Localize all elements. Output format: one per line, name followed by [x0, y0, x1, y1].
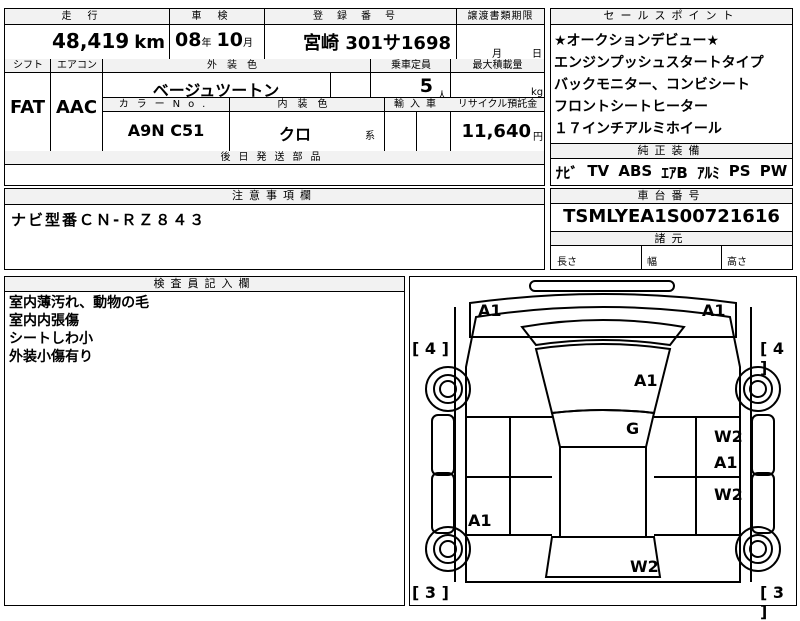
interior-color-header: 内装色: [277, 99, 338, 110]
later-parts-header: 後日発送部品: [220, 152, 329, 163]
length-label: 長さ: [557, 257, 577, 268]
sales-point-item: １７インチアルミホイール: [554, 121, 722, 137]
mark-tire-rear-right: [ 3 ]: [760, 583, 785, 621]
recycle-header: リサイクル預託金: [457, 99, 538, 110]
sales-point-item: ★オークションデビュー★: [554, 33, 720, 49]
genuine-equipment-list: ﾅﾋﾞ TV ABS ｴｱB ｱﾙﾐ PS PW: [551, 162, 792, 183]
notes-text: ナビ型番ＣＮ-ＲＺ８４３: [11, 211, 207, 229]
mark-front-left-corner: A1: [478, 301, 502, 320]
registration-header: 登録番号: [313, 11, 409, 22]
mark-right-rear-door: W2: [714, 485, 743, 504]
aircon-header: エアコン: [57, 60, 97, 71]
inspector-line: 室内薄汚れ、動物の毛: [9, 295, 150, 311]
exterior-color-header: 外装色: [207, 60, 267, 71]
inspector-line: 外装小傷有り: [9, 349, 93, 365]
sales-point-item: バックモニター、コンビシート: [554, 77, 750, 93]
recycle-unit: 円: [533, 132, 543, 143]
interior-suffix: 系: [365, 131, 375, 142]
chassis-number: TSMLYEA1S00721616: [563, 206, 780, 227]
mark-trunk: W2: [630, 557, 659, 576]
mark-right-front-door: W2: [714, 427, 743, 446]
genuine-item: PS: [728, 162, 751, 180]
sales-points-header: セールスポイント: [551, 9, 792, 25]
mark-right-front-door-2: A1: [714, 453, 738, 472]
inspector-line: 室内内張傷: [9, 313, 79, 329]
import-header: 輸入車: [394, 99, 442, 110]
deadline-day-unit: 日: [532, 49, 542, 60]
shift-value: FAT: [9, 97, 46, 118]
car-diagram-panel: A1 A1 [ 4 ] [ 4 ] A1 G W2 A1 W2 A1 W2 [ …: [409, 276, 797, 621]
mark-left-rear-door: A1: [468, 511, 492, 530]
deadline-month-unit: 月: [492, 49, 502, 60]
dims-header: 諸元: [551, 232, 792, 246]
aircon-value: AAC: [55, 97, 98, 118]
mark-hood: A1: [634, 371, 658, 390]
notes-panel: 注意事項欄 ナビ型番ＣＮ-ＲＺ８４３: [4, 188, 545, 270]
inspector-notes: 室内薄汚れ、動物の毛 室内内張傷 シートしわ小 外装小傷有り: [9, 294, 149, 366]
registration-value: 宮崎 301サ1698: [303, 33, 451, 54]
height-label: 高さ: [727, 257, 747, 268]
sales-point-item: フロントシートヒーター: [554, 99, 708, 115]
inspector-line: シートしわ小: [9, 331, 93, 347]
color-no-value: A9N C51: [127, 121, 205, 140]
mark-tire-front-left: [ 4 ]: [412, 339, 449, 358]
mark-tire-rear-left: [ 3 ]: [412, 583, 449, 602]
inspector-header: 検査員記入欄: [5, 277, 404, 292]
mark-front-right-corner: A1: [702, 301, 726, 320]
inspection-header: 車検: [191, 11, 244, 22]
genuine-equipment-header: 純正装備: [551, 144, 792, 159]
sales-points-list: ★オークションデビュー★ エンジンプッシュスタートタイプ バックモニター、コンビ…: [554, 30, 792, 140]
mark-tire-front-right: [ 4 ]: [760, 339, 785, 377]
genuine-item: PW: [759, 162, 788, 180]
sales-points-panel: セールスポイント ★オークションデビュー★ エンジンプッシュスタートタイプ バッ…: [550, 8, 793, 186]
mileage-header: 走行: [61, 11, 114, 22]
capacity-header: 乗車定員: [391, 60, 431, 71]
chassis-panel: 車台番号 TSMLYEA1S00721616 諸元 長さ 幅 高さ: [550, 188, 793, 270]
mark-roof: G: [626, 419, 640, 438]
mileage-value: 48,419 km: [51, 29, 165, 53]
genuine-item: ｴｱB: [661, 164, 688, 182]
notes-header: 注意事項欄: [5, 189, 544, 205]
sales-point-item: エンジンプッシュスタートタイプ: [554, 55, 764, 71]
inspector-panel: 検査員記入欄 室内薄汚れ、動物の毛 室内内張傷 シートしわ小 外装小傷有り: [4, 276, 405, 606]
genuine-item: ﾅﾋﾞ: [555, 164, 579, 182]
deadline-header: 譲渡書類期限: [467, 11, 534, 22]
recycle-value: 11,640: [461, 121, 531, 142]
interior-color-value: クロ: [278, 125, 311, 144]
inspection-value: 08年 10月: [175, 29, 253, 51]
genuine-item: TV: [587, 162, 610, 180]
width-label: 幅: [647, 257, 657, 268]
chassis-header: 車台番号: [551, 189, 792, 204]
genuine-item: ｱﾙﾐ: [697, 164, 720, 182]
color-no-header: カラーNo.: [118, 99, 214, 110]
vehicle-info-table: 走行 車検 登録番号 譲渡書類期限 48,419 km 08年 10月 宮崎 3…: [4, 8, 545, 186]
max-load-header: 最大積載量: [472, 60, 523, 71]
genuine-item: ABS: [618, 162, 653, 180]
capacity-value: 5: [419, 75, 433, 97]
shift-header: シフト: [13, 60, 43, 71]
